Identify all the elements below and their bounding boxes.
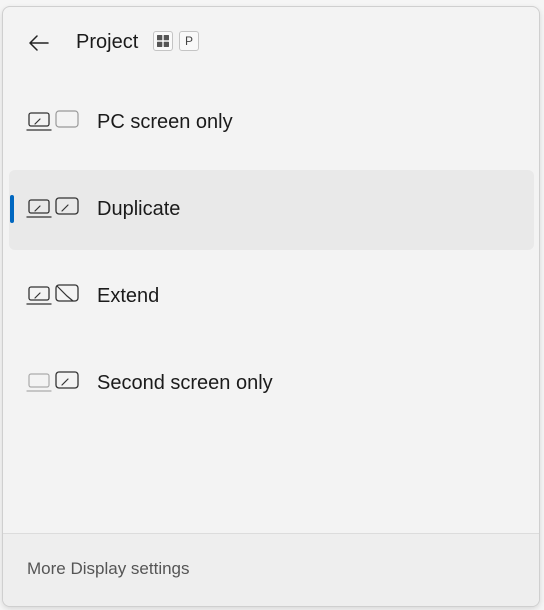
option-second-screen-only[interactable]: Second screen only xyxy=(9,344,534,424)
option-label: Second screen only xyxy=(97,372,273,394)
back-arrow-icon xyxy=(29,35,49,51)
windows-key xyxy=(153,31,173,51)
option-duplicate[interactable]: Duplicate xyxy=(9,170,534,250)
flyout-footer: More Display settings xyxy=(3,533,539,606)
option-pc-screen-only[interactable]: PC screen only xyxy=(9,83,534,163)
p-key: P xyxy=(179,31,199,51)
selection-indicator xyxy=(10,195,14,223)
more-display-settings-link[interactable]: More Display settings xyxy=(27,559,190,579)
keyboard-shortcut: P xyxy=(153,31,199,51)
option-label: Duplicate xyxy=(97,198,181,220)
option-extend[interactable]: Extend xyxy=(9,257,534,337)
back-button[interactable] xyxy=(23,27,55,59)
page-title: Project xyxy=(76,31,139,53)
duplicate-icon xyxy=(26,197,79,218)
project-flyout: Project P PC screen only Duplicate Exten… xyxy=(2,6,540,607)
second-screen-only-icon xyxy=(26,371,79,392)
extend-icon xyxy=(26,284,79,305)
option-label: PC screen only xyxy=(97,111,233,133)
pc-screen-only-icon xyxy=(26,110,79,131)
option-label: Extend xyxy=(97,285,160,307)
windows-logo-icon xyxy=(157,35,169,47)
flyout-header: Project P xyxy=(3,25,539,61)
projection-options: PC screen only Duplicate Extend Second s… xyxy=(9,83,534,431)
